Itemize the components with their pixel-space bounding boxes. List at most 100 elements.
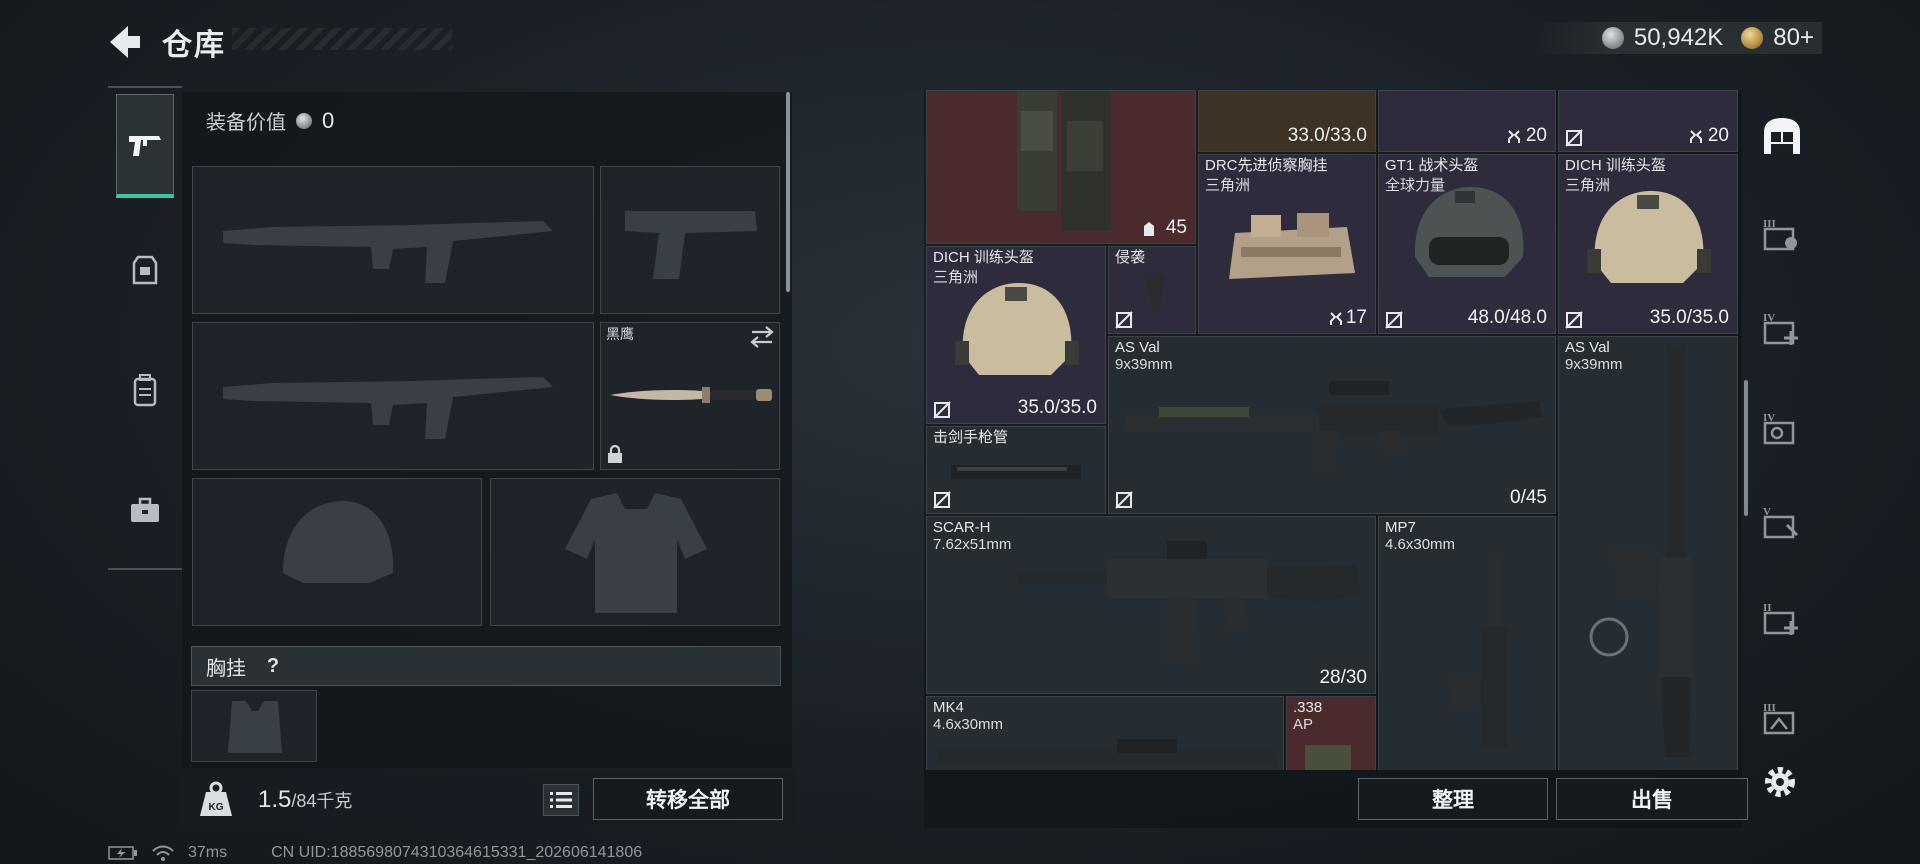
battery-icon xyxy=(108,846,137,860)
primary-weapon-slot-2[interactable] xyxy=(192,322,594,470)
unlinked-icon xyxy=(1565,129,1583,147)
item-cell-grip[interactable]: 侵袭 xyxy=(1108,246,1196,334)
storage-tier-icon: V xyxy=(1763,506,1799,539)
item-durability: 48.0/48.0 xyxy=(1467,307,1547,328)
tab-category-5[interactable]: II xyxy=(1752,590,1812,646)
item-cell-barrel[interactable]: 击剑手枪管 xyxy=(926,426,1106,514)
ammo-box-image xyxy=(1305,745,1351,770)
item-durability: 35.0/35.0 xyxy=(1017,397,1097,418)
item-cell-dich-helmet-2[interactable]: DICH 训练头盔 三角洲 35.0/35.0 xyxy=(926,246,1106,424)
item-name: DICH 训练头盔 xyxy=(1565,157,1666,174)
item-durability: 33.0/33.0 xyxy=(1287,125,1367,146)
briefcase-icon xyxy=(131,497,159,522)
item-name: 侵袭 xyxy=(1115,249,1146,266)
item-cell-mp7[interactable]: MP7 4.6x30mm xyxy=(1378,516,1556,770)
item-ammo-type: AP xyxy=(1293,716,1314,733)
equip-value-label: 装备价值 xyxy=(206,112,286,134)
tab-weapons[interactable] xyxy=(116,94,174,198)
helmet-image xyxy=(1587,191,1711,283)
tab-category-4[interactable]: V xyxy=(1752,494,1812,550)
item-name: SCAR-H xyxy=(933,519,991,536)
gear-icon[interactable] xyxy=(1760,762,1800,802)
item-cell-drc-vest[interactable]: DRC先进侦察胸挂 三角洲 17 xyxy=(1198,154,1376,334)
gold-currency-value[interactable]: 80+ xyxy=(1773,24,1814,52)
item-cell-mk4[interactable]: MK4 4.6x30mm xyxy=(926,696,1284,770)
item-name: DRC先进侦察胸挂 xyxy=(1205,157,1328,174)
silver-currency-value: 50,942K xyxy=(1633,24,1724,51)
help-icon[interactable]: ? xyxy=(260,653,286,679)
capacity-icon xyxy=(1330,312,1342,325)
item-cell-r1c3[interactable]: 20 xyxy=(1378,90,1556,152)
item-cell-ammo-338[interactable]: .338 AP xyxy=(1286,696,1376,770)
storage-tier-icon: III xyxy=(1763,218,1797,251)
sort-button[interactable]: 整理 xyxy=(1358,778,1548,820)
inventory-grid: 45 33.0/33.0 20 20 DRC先进侦察胸挂 三角洲 17 GT1 … xyxy=(924,90,1742,770)
item-cell-r1c4[interactable]: 20 xyxy=(1558,90,1738,152)
backpack-armor-icon xyxy=(132,255,158,285)
capacity-icon xyxy=(1690,130,1702,143)
list-view-button[interactable] xyxy=(543,784,579,816)
helmet-silhouette-icon xyxy=(283,501,394,583)
back-button[interactable] xyxy=(104,24,144,60)
tab-category-3[interactable]: IV xyxy=(1752,400,1812,456)
unlinked-icon xyxy=(1115,311,1133,329)
tab-case[interactable] xyxy=(116,458,174,562)
helmet-image xyxy=(1414,187,1524,277)
rifle-image-vertical xyxy=(1589,347,1693,757)
item-cell-r1c2[interactable]: 33.0/33.0 xyxy=(1198,90,1376,152)
barrel-image xyxy=(951,465,1081,479)
item-cell-as-val[interactable]: AS Val 9x39mm 0/45 xyxy=(1108,336,1556,514)
item-capacity: 17 xyxy=(1345,307,1367,328)
primary-weapon-slot-1[interactable] xyxy=(192,166,594,314)
helmet-slot[interactable] xyxy=(192,478,482,626)
gold-coin-icon xyxy=(1741,27,1764,49)
item-cell-dich-helmet[interactable]: DICH 训练头盔 三角洲 35.0/35.0 xyxy=(1558,154,1738,334)
chest-rig-header: 胸挂 ? xyxy=(191,646,781,686)
chest-rig-slot[interactable] xyxy=(191,690,317,762)
equipment-value: 装备价值 0 xyxy=(206,106,334,135)
tab-category-1[interactable]: III xyxy=(1752,206,1812,262)
tab-all-items[interactable] xyxy=(1752,108,1812,164)
vest-item-image xyxy=(1017,91,1111,231)
item-cell-as-val-2[interactable]: AS Val 9x39mm xyxy=(1558,336,1738,770)
storage-tier-icon: IV xyxy=(1763,412,1795,445)
helmet-image xyxy=(955,283,1079,375)
loadout-scrollbar[interactable] xyxy=(786,92,790,292)
pistol-icon xyxy=(129,135,161,156)
rifle-silhouette-icon xyxy=(223,377,553,439)
item-name: .338 xyxy=(1293,699,1323,716)
sidearm-slot[interactable] xyxy=(600,166,780,314)
silver-coin-icon xyxy=(1601,27,1624,49)
unlinked-icon xyxy=(1115,491,1133,509)
item-capacity: 20 xyxy=(1707,125,1729,146)
smg-image-vertical xyxy=(1449,557,1507,747)
sell-button[interactable]: 出售 xyxy=(1556,778,1748,820)
loadout-tab-bar xyxy=(108,86,182,570)
item-caliber: 7.62x51mm xyxy=(933,536,1012,553)
ping-value: 37ms xyxy=(188,844,228,861)
item-cell-scar-h[interactable]: SCAR-H 7.62x51mm 28/30 xyxy=(926,516,1376,694)
tab-category-2[interactable]: IV xyxy=(1752,300,1812,356)
item-cell-gt1-helmet[interactable]: GT1 战术头盔 全球力量 48.0/48.0 xyxy=(1378,154,1556,334)
vest-count: 45 xyxy=(1165,217,1187,238)
item-name: DICH 训练头盔 xyxy=(933,249,1034,266)
unlinked-icon xyxy=(1385,311,1403,329)
header-decoration xyxy=(232,28,452,50)
rifle-image xyxy=(1125,381,1543,469)
inventory-scrollbar[interactable] xyxy=(1744,380,1748,516)
transfer-all-button[interactable]: 转移全部 xyxy=(593,778,783,820)
tab-category-6[interactable]: III xyxy=(1752,690,1812,746)
item-capacity: 20 xyxy=(1525,125,1547,146)
status-footer: 37ms CN UID:1885698074310364615331_20260… xyxy=(108,844,642,862)
tab-backpack[interactable] xyxy=(116,338,174,442)
wifi-icon xyxy=(152,845,174,861)
silver-coin-icon xyxy=(296,112,312,129)
swap-icon[interactable] xyxy=(748,326,776,348)
tab-gear[interactable] xyxy=(116,218,174,322)
item-name: AS Val xyxy=(1115,339,1160,356)
weight-icon: KG xyxy=(200,781,232,816)
armor-slot[interactable] xyxy=(490,478,780,626)
chest-rig-label: 胸挂 xyxy=(206,657,246,680)
vest-item-cell[interactable]: 45 xyxy=(926,90,1196,244)
armor-class-icon xyxy=(1144,222,1154,236)
